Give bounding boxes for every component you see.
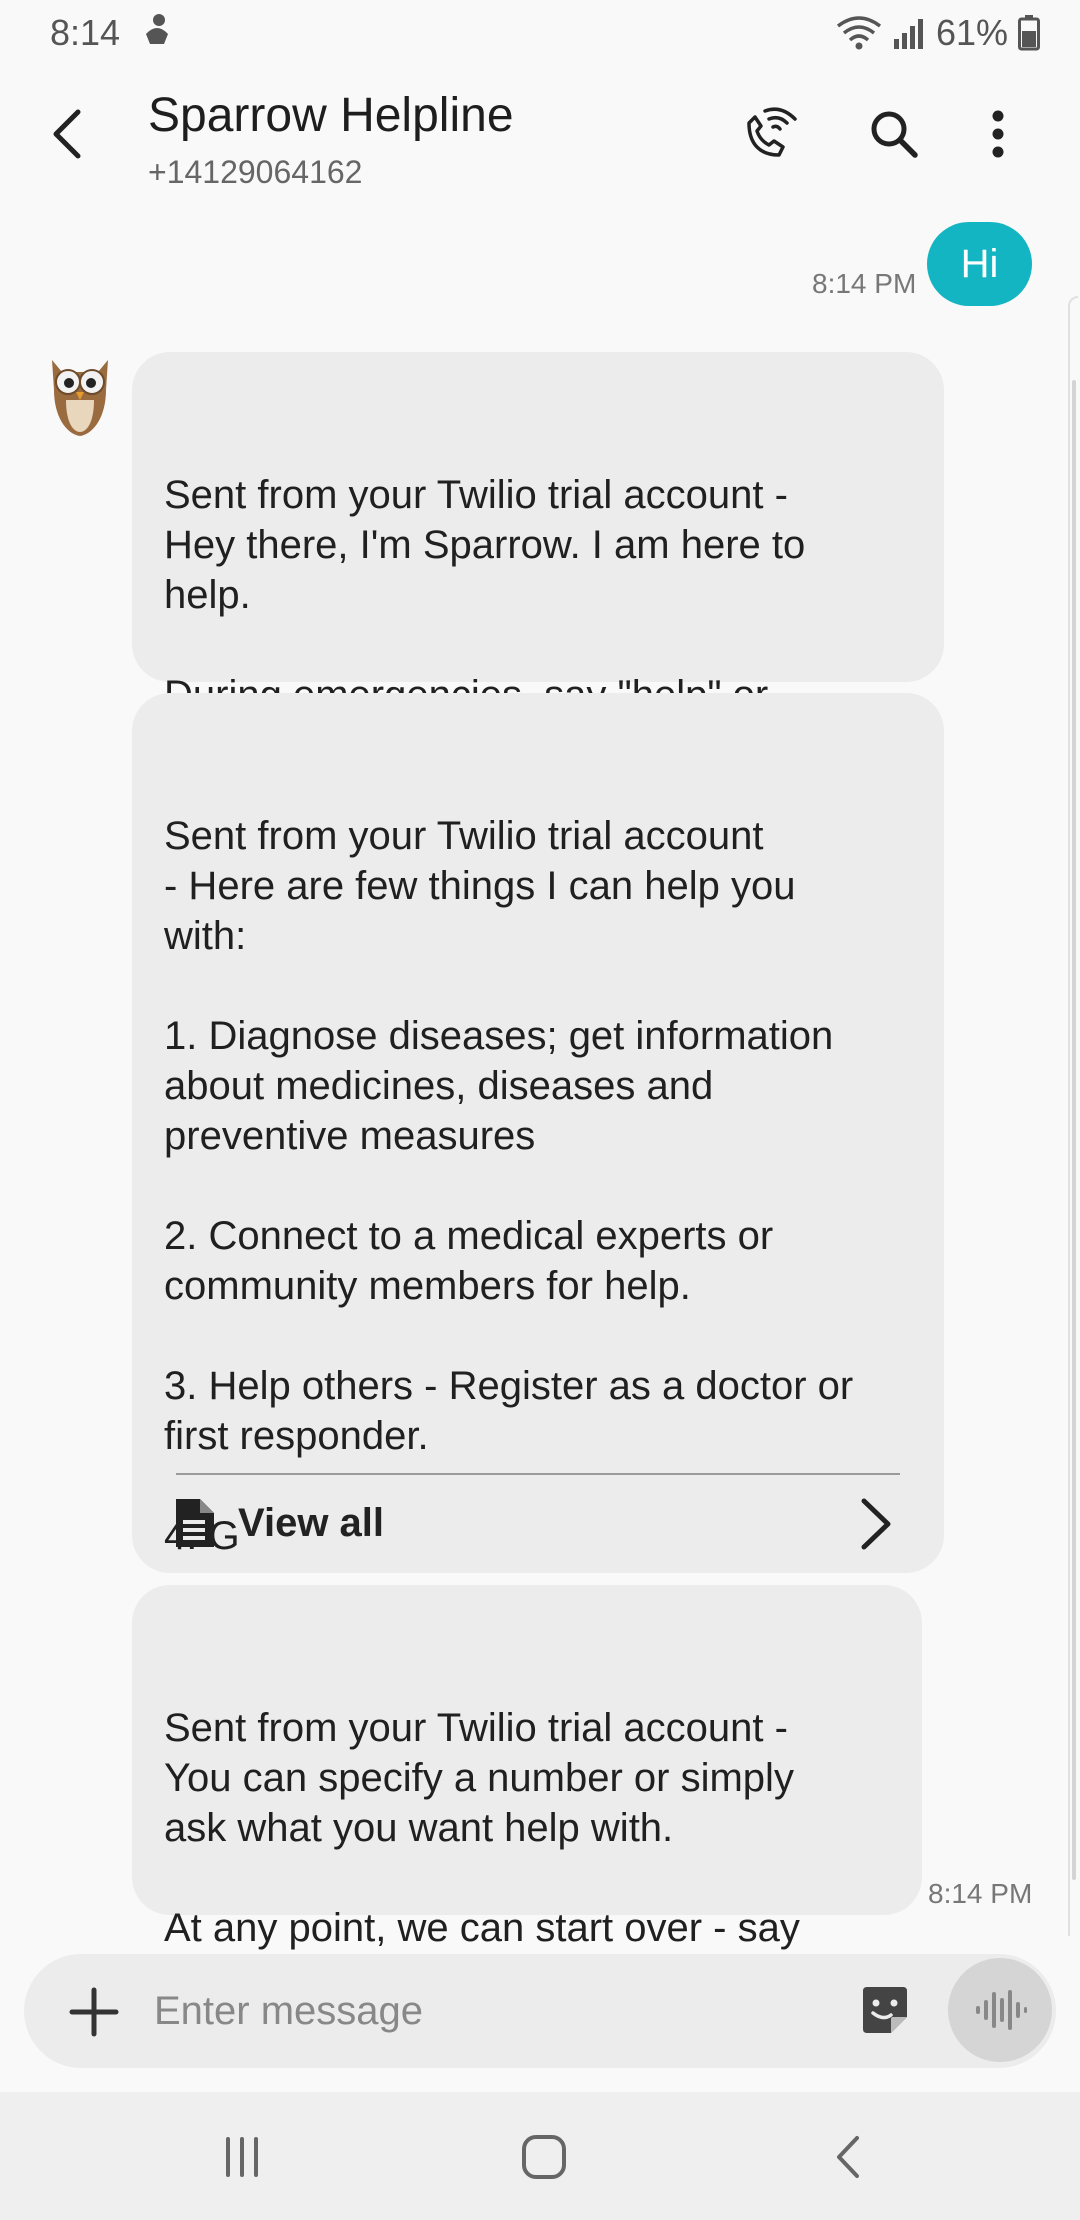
nav-back-button[interactable] bbox=[808, 2122, 888, 2192]
sent-timestamp: 8:14 PM bbox=[812, 268, 917, 299]
received-message-bubble[interactable]: Sent from your Twilio trial account - Yo… bbox=[132, 1585, 922, 2000]
battery-percent: 61% bbox=[935, 12, 1008, 53]
app-bar: Sparrow Helpline +14129064162 bbox=[0, 66, 1080, 206]
divider bbox=[176, 1473, 900, 1475]
wifi-call-icon bbox=[747, 107, 797, 157]
signal-icon bbox=[892, 17, 926, 49]
sent-message-bubble[interactable]: Hi bbox=[927, 222, 1032, 306]
view-all-button[interactable]: View all bbox=[172, 1483, 904, 1563]
received-message-bubble[interactable]: Sent from your Twilio trial account - He… bbox=[132, 693, 944, 1573]
message-input[interactable] bbox=[154, 1974, 714, 2048]
attach-button[interactable] bbox=[64, 1982, 124, 2042]
status-time: 8:14 bbox=[50, 12, 121, 53]
recents-icon bbox=[226, 2137, 258, 2177]
contact-name: Sparrow Helpline bbox=[148, 89, 514, 142]
received-timestamp: 8:14 PM bbox=[928, 1878, 1033, 1909]
call-button[interactable] bbox=[736, 102, 800, 166]
back-button[interactable] bbox=[38, 104, 98, 164]
voice-record-button[interactable] bbox=[948, 1958, 1052, 2062]
home-icon bbox=[522, 2135, 566, 2179]
search-icon bbox=[871, 111, 918, 158]
sticker-icon bbox=[863, 1987, 907, 2033]
notification-icon bbox=[142, 12, 172, 55]
home-button[interactable] bbox=[504, 2122, 584, 2192]
back-arrow-icon bbox=[53, 109, 81, 159]
nav-back-icon bbox=[837, 2136, 859, 2178]
sticker-button[interactable] bbox=[854, 1980, 916, 2042]
contact-number: +14129064162 bbox=[148, 154, 363, 190]
message-text: Sent from your Twilio trial account - He… bbox=[164, 814, 854, 1558]
battery-icon bbox=[1018, 15, 1040, 51]
voice-record-icon bbox=[976, 1990, 1027, 2030]
status-bar: 8:14 61% bbox=[0, 0, 1080, 66]
search-button[interactable] bbox=[862, 102, 926, 166]
avatar[interactable] bbox=[44, 350, 116, 438]
owl-avatar-icon bbox=[52, 360, 108, 436]
more-options-button[interactable] bbox=[966, 102, 1030, 166]
message-composer bbox=[24, 1954, 1056, 2068]
plus-icon bbox=[69, 1987, 119, 2037]
scrollbar-thumb[interactable] bbox=[1072, 380, 1076, 1880]
document-icon bbox=[176, 1499, 214, 1547]
recents-button[interactable] bbox=[202, 2122, 282, 2192]
wifi-icon bbox=[836, 16, 882, 50]
more-vert-icon bbox=[992, 110, 1004, 158]
chevron-right-icon bbox=[861, 1498, 891, 1550]
received-message-bubble[interactable]: Sent from your Twilio trial account - He… bbox=[132, 352, 944, 767]
navigation-bar bbox=[0, 2092, 1080, 2220]
view-all-label: View all bbox=[238, 1501, 385, 1545]
